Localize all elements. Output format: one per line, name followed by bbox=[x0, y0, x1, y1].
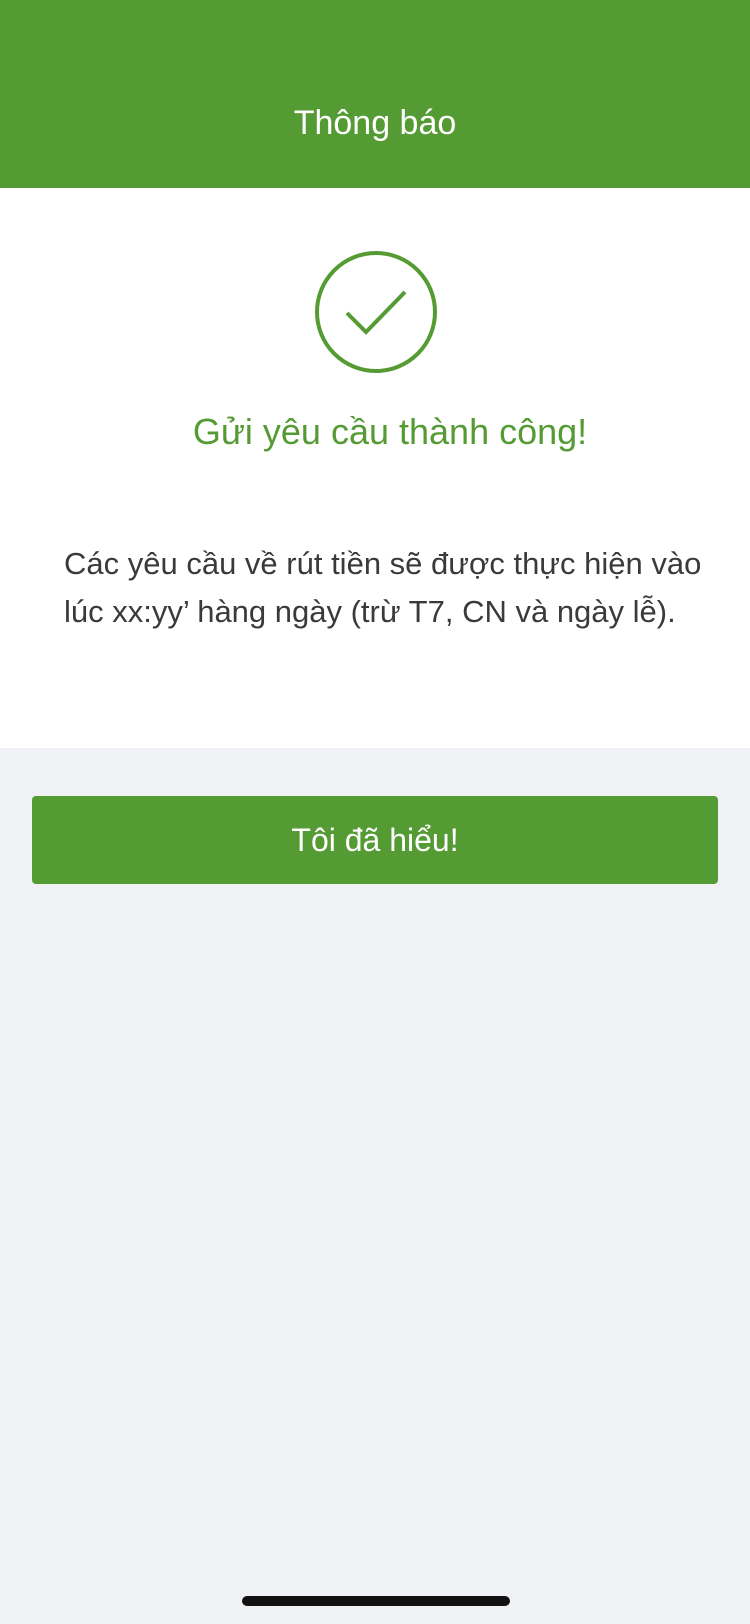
header-bar: Thông báo bbox=[0, 0, 750, 188]
info-message: Các yêu cầu về rút tiền sẽ được thực hiệ… bbox=[64, 546, 702, 629]
notification-screen: Thông báo Gửi yêu cầu thành công! Các yê… bbox=[0, 0, 750, 1624]
home-indicator[interactable] bbox=[242, 1596, 510, 1606]
result-card: Gửi yêu cầu thành công! Các yêu cầu về r… bbox=[0, 188, 750, 748]
confirm-button[interactable]: Tôi đã hiểu! bbox=[32, 796, 718, 884]
check-circle-icon bbox=[315, 251, 437, 373]
success-title: Gửi yêu cầu thành công! bbox=[192, 411, 588, 452]
page-title: Thông báo bbox=[293, 104, 457, 142]
